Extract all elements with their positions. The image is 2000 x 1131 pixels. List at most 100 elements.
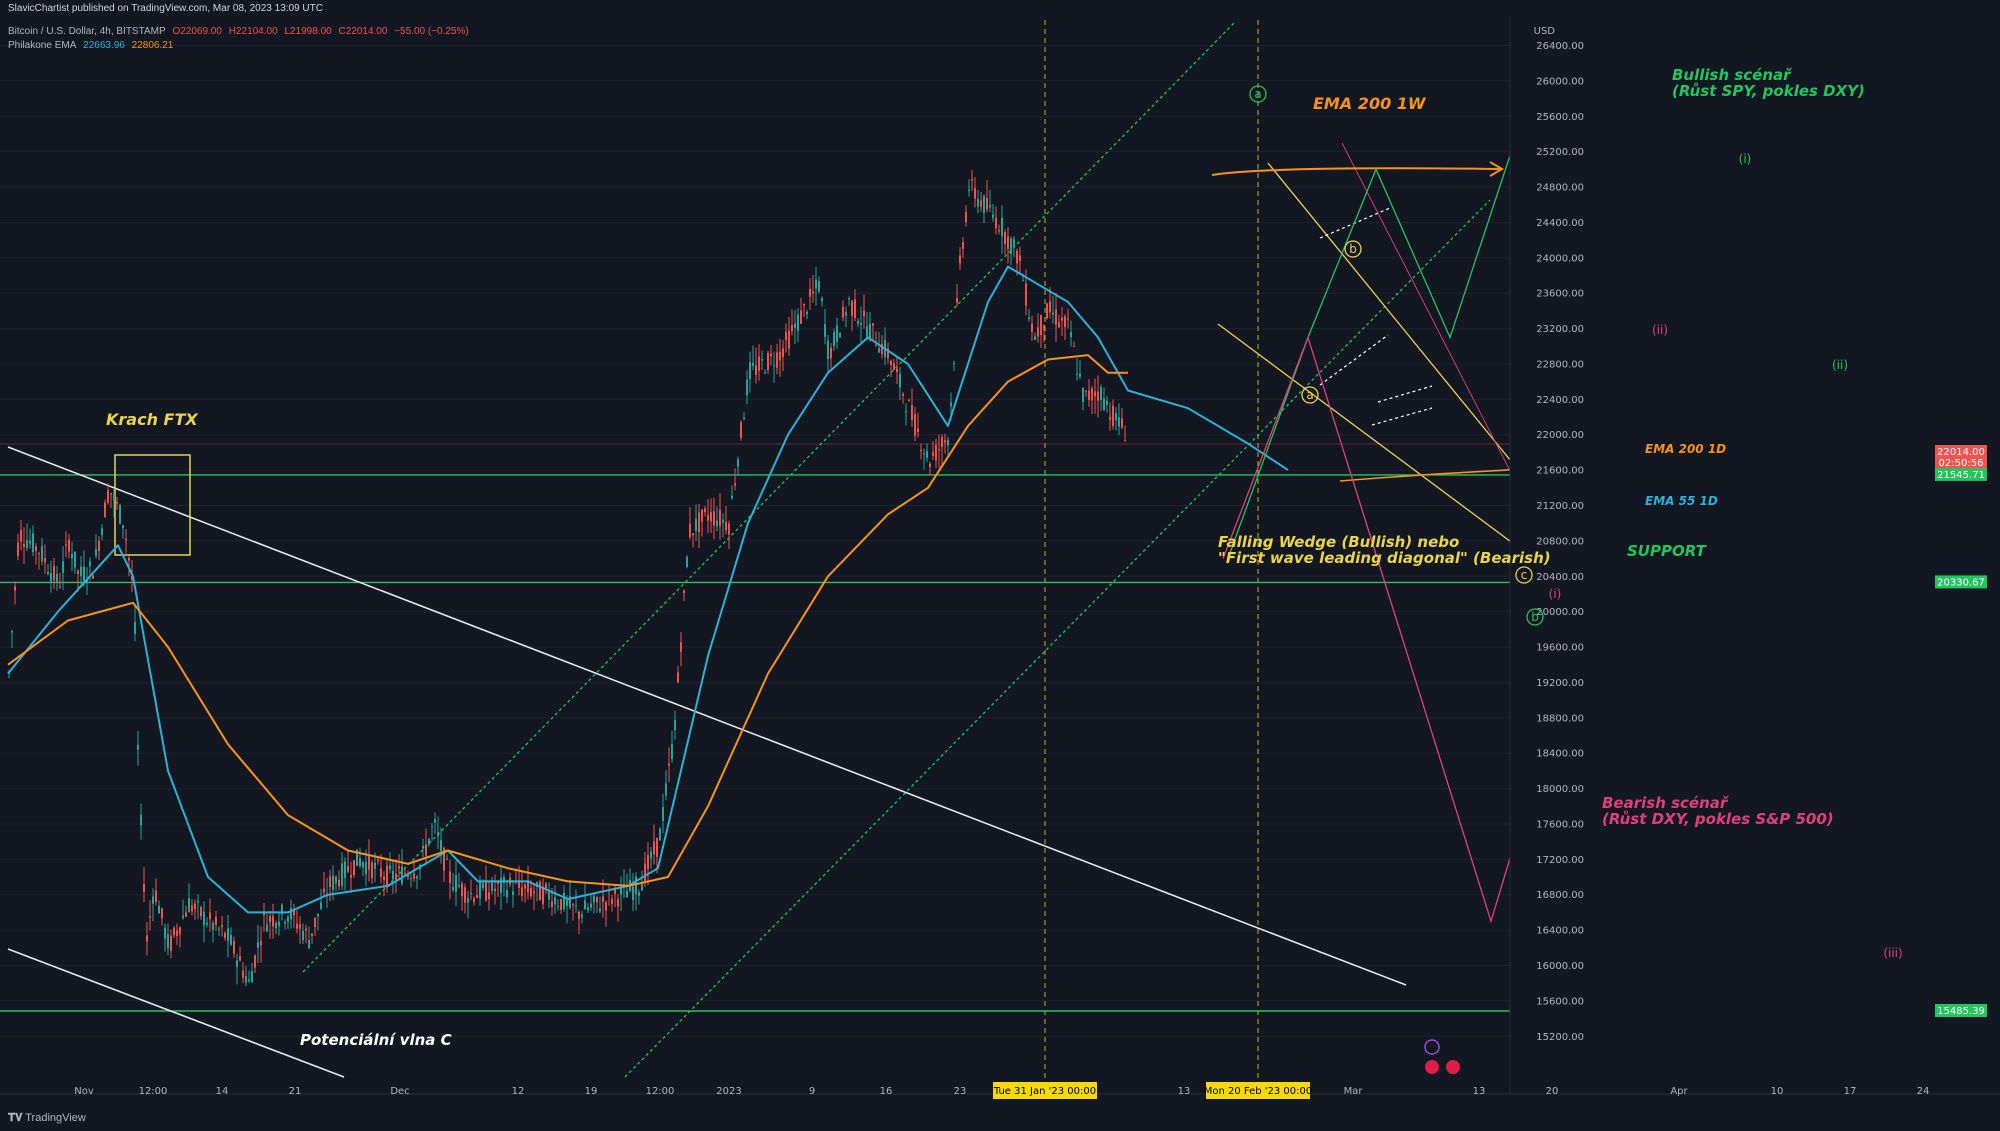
candle-body — [596, 896, 598, 903]
price-tick-label: 24400.00 — [1536, 218, 1584, 229]
candle-body — [1001, 218, 1003, 237]
candle-body — [197, 901, 199, 903]
candle-body — [257, 942, 259, 948]
indicator-name[interactable]: Philakone EMA — [8, 40, 76, 51]
indicator-legend[interactable]: Philakone EMA 22663.96 22806.21 — [8, 40, 177, 51]
price-tick-label: 25600.00 — [1536, 112, 1584, 123]
candle-body — [47, 571, 49, 575]
candle-body — [1034, 336, 1036, 341]
candle-body — [437, 832, 439, 837]
symbol-name[interactable]: Bitcoin / U.S. Dollar, 4h, BITSTAMP — [8, 26, 166, 37]
candle-body — [590, 903, 592, 908]
price-tick-label: 19600.00 — [1536, 643, 1584, 654]
candle-body — [1121, 418, 1123, 428]
candle-body — [347, 865, 349, 872]
candle-body — [1076, 373, 1078, 375]
candle-body — [971, 179, 973, 181]
candle-body — [107, 490, 109, 503]
candle-body — [767, 352, 769, 371]
candle-body — [380, 868, 382, 878]
symbol-legend[interactable]: Bitcoin / U.S. Dollar, 4h, BITSTAMP O220… — [8, 26, 473, 37]
candle-body — [557, 905, 559, 907]
candle-body — [953, 362, 955, 364]
candle-body — [863, 310, 865, 317]
candle-body — [977, 199, 979, 207]
candle-body — [785, 331, 787, 341]
candle-body — [797, 314, 799, 332]
price-tick-label: 24800.00 — [1536, 183, 1584, 194]
candle-body — [1094, 391, 1096, 397]
candle-body — [1061, 317, 1063, 321]
candle-body — [272, 915, 274, 927]
wave-label-text: b — [1531, 610, 1539, 624]
time-tick-label: Dec — [390, 1086, 409, 1097]
price-axis[interactable]: USD 15200.00 15600.00 16000.00 16400.00 16800… — [1509, 16, 2000, 1096]
price-chart[interactable]: USD 15200.00 15600.00 16000.00 16400.00 16800… — [0, 0, 2000, 1131]
candle-body — [248, 979, 250, 982]
candle-body — [743, 417, 745, 420]
candle-body — [776, 352, 778, 368]
candle-body — [278, 921, 280, 927]
candle-body — [59, 586, 61, 588]
candle-body — [554, 897, 556, 905]
candle-body — [623, 883, 625, 885]
candle-body — [746, 379, 748, 396]
candle-body — [80, 566, 82, 577]
candle-body — [305, 928, 307, 931]
candle-body — [818, 280, 820, 292]
candle-body — [824, 324, 826, 337]
candle-body — [782, 348, 784, 358]
candle-body — [44, 557, 46, 563]
candle-body — [365, 861, 367, 875]
candle-body — [212, 922, 214, 930]
candle-body — [161, 908, 163, 919]
candle-body — [431, 826, 433, 828]
candle-body — [494, 888, 496, 891]
candle-body — [386, 865, 388, 888]
candle-body — [860, 323, 862, 326]
candle-body — [704, 508, 706, 513]
candle-body — [731, 495, 733, 499]
candle-body — [236, 960, 238, 967]
candle-body — [1091, 388, 1093, 401]
candle-body — [446, 858, 448, 860]
candle-body — [899, 373, 901, 388]
time-tick-label: 13 — [1473, 1086, 1486, 1097]
price-tick-label: 20800.00 — [1536, 536, 1584, 547]
candle-body — [215, 916, 217, 925]
candle-body — [368, 854, 370, 870]
candle-body — [1112, 405, 1114, 427]
candle-body — [416, 876, 418, 879]
candle-body — [905, 411, 907, 413]
candle-body — [1043, 325, 1045, 329]
candle-body — [287, 916, 289, 922]
candle-body — [17, 542, 19, 556]
candle-body — [425, 844, 427, 856]
candle-body — [761, 359, 763, 361]
candle-body — [548, 891, 550, 900]
tradingview-logo[interactable]: 𝐓𝐕 TradingView — [8, 1112, 86, 1125]
candle-body — [965, 211, 967, 223]
candle-body — [371, 862, 373, 879]
candle-body — [671, 744, 673, 760]
candle-body — [668, 763, 670, 766]
time-tick-label: Apr — [1670, 1086, 1688, 1097]
candle-body — [125, 538, 127, 541]
candle-body — [389, 865, 391, 870]
candle-body — [632, 886, 634, 900]
candle-body — [473, 898, 475, 903]
candle-body — [56, 573, 58, 583]
candle-body — [665, 783, 667, 796]
candle-body — [362, 862, 364, 868]
annotation-text: EMA 200 1D — [1645, 442, 1726, 456]
event-flag-icon — [1425, 1060, 1439, 1074]
candle-body — [275, 922, 277, 929]
candle-body — [23, 543, 25, 547]
candle-body — [674, 720, 676, 731]
candle-body — [653, 841, 655, 855]
price-tick-label: 19200.00 — [1536, 678, 1584, 689]
candle-body — [50, 572, 52, 582]
candle-body — [317, 913, 319, 917]
candle-body — [644, 863, 646, 884]
candle-body — [449, 871, 451, 883]
